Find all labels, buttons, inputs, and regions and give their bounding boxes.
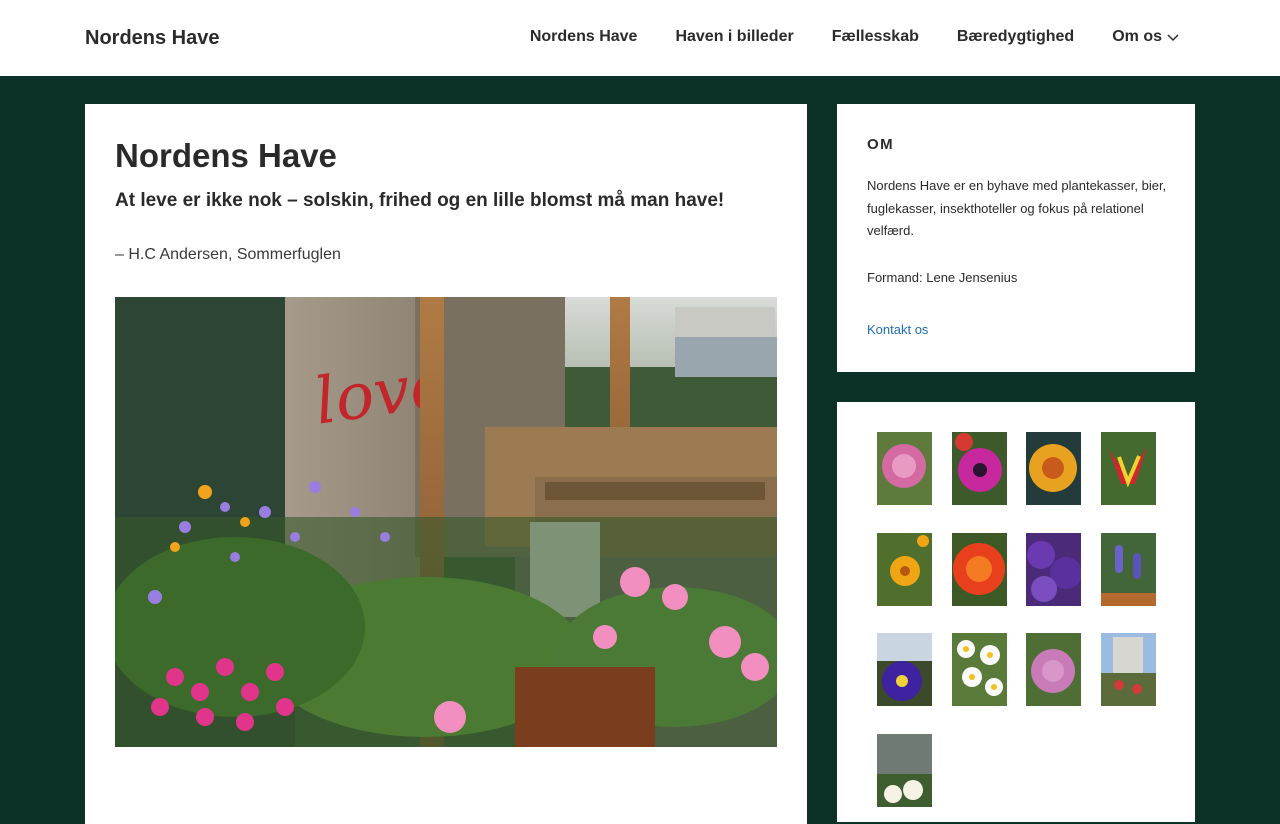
gallery-thumbnail-yellow-flower[interactable] [877,533,932,606]
gallery-thumbnail-red-poppy[interactable] [952,533,1007,606]
site-title-link[interactable]: Nordens Have [85,27,220,50]
gallery-thumbnail-purple-pansy[interactable] [877,633,932,706]
nav-item-label: Om os [1112,28,1162,45]
chevron-down-icon [1167,34,1179,42]
garden-hero-image: love [115,297,777,747]
gallery-thumbnail-pink-rose[interactable] [1026,633,1081,706]
nav-item-label: Haven i billeder [675,28,794,45]
gallery-thumbnail-orange-tulip[interactable] [1026,432,1081,505]
nav-item-label: Bæredygtighed [956,28,1075,45]
contact-link[interactable]: Kontakt os [867,322,928,337]
page-title: Nordens Have [115,137,337,174]
nav-item-label: Nordens Have [529,28,638,45]
quote-attribution: – H.C Andersen, Sommerfuglen [115,246,341,263]
quote-text: At leve er ikke nok – solskin, frihed og… [115,190,725,211]
nav-item-om-os[interactable]: Om os [1112,28,1180,46]
gallery-thumbnail-garden-building[interactable] [1101,633,1156,706]
nav-item-faellesskab[interactable]: Fællesskab [832,28,919,46]
gallery-thumbnail-red-yellow-tulip[interactable] [1101,432,1156,505]
nav-item-baeredygtighed[interactable]: Bæredygtighed [957,28,1074,46]
about-heading: OM [867,136,895,153]
nav-item-haven-i-billeder[interactable]: Haven i billeder [675,28,793,46]
gallery-thumbnail-grape-hyacinth[interactable] [1101,533,1156,606]
gallery-thumbnail-white-daisies[interactable] [952,633,1007,706]
main-content-card: Nordens Have At leve er ikke nok – solsk… [85,104,807,824]
gallery-thumbnail-white-tulips[interactable] [877,734,932,807]
gallery-thumbnail-magenta-anemone[interactable] [952,432,1007,505]
nav-item-nordens-have[interactable]: Nordens Have [530,28,638,46]
gallery-widget [837,402,1195,822]
about-description: Nordens Have er en byhave med plantekass… [867,178,1167,238]
site-header: Nordens Have Nordens Have Haven i billed… [0,0,1280,76]
main-navigation: Nordens Have Haven i billeder Fællesskab… [530,28,1180,46]
about-widget: OM Nordens Have er en byhave med plantek… [837,104,1195,372]
gallery-thumbnail-purple-pansies[interactable] [1026,533,1081,606]
chairperson-text: Formand: Lene Jensenius [867,270,1018,285]
nav-item-label: Fællesskab [831,28,919,45]
gallery-thumbnail-pink-tulip[interactable] [877,432,932,505]
